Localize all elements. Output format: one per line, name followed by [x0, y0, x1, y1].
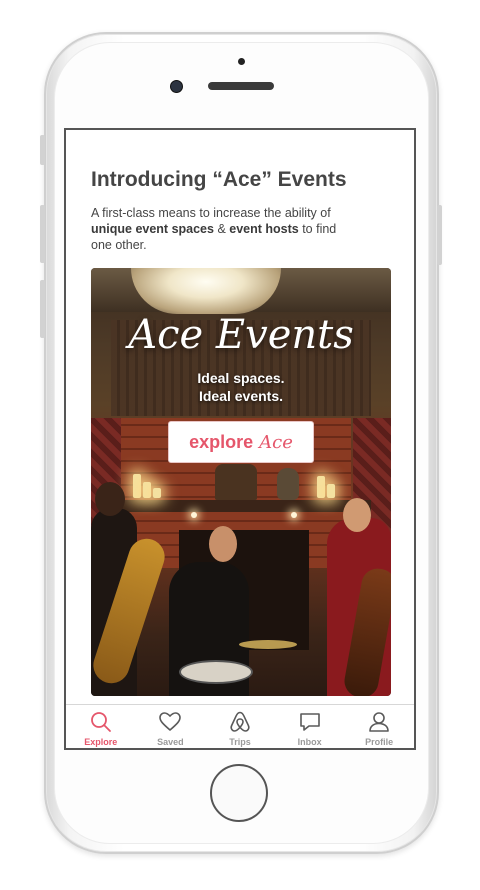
- chandelier: [131, 268, 281, 314]
- snare-drum: [179, 660, 253, 684]
- drummer-head: [209, 526, 237, 562]
- tab-label: Explore: [84, 737, 118, 747]
- promo-tagline-1: Ideal spaces.: [197, 370, 285, 386]
- intro-mid: &: [213, 222, 230, 236]
- string-light: [291, 512, 297, 518]
- proximity-sensor: [238, 58, 245, 65]
- cta-brand-script: Ace: [259, 431, 293, 453]
- cta-label: explore: [189, 431, 254, 452]
- candle: [317, 476, 325, 498]
- explore-ace-button[interactable]: explore Ace: [168, 421, 314, 463]
- tab-profile[interactable]: Profile: [344, 705, 414, 748]
- mute-switch: [40, 135, 45, 165]
- cymbal: [239, 640, 297, 649]
- app-screen: Introducing “Ace” Events A first-class m…: [64, 128, 416, 750]
- power-button: [437, 205, 442, 265]
- tab-label: Profile: [365, 737, 394, 747]
- page-title: Introducing “Ace” Events: [91, 168, 347, 191]
- promo-title: Ace Events: [128, 312, 354, 358]
- candle: [143, 482, 151, 498]
- candle: [133, 474, 141, 498]
- mantel-shelf: [111, 500, 371, 512]
- intro-bold-hosts: event hosts: [229, 222, 299, 236]
- tab-label: Saved: [157, 737, 184, 747]
- candle: [153, 488, 161, 498]
- promo-banner[interactable]: Ace Events Ideal spaces. Ideal events. e…: [91, 268, 391, 696]
- intro-bold-spaces: unique event spaces: [91, 222, 214, 236]
- tab-trips[interactable]: Trips: [205, 705, 275, 748]
- heart-icon: [159, 712, 182, 731]
- candle: [327, 484, 335, 498]
- bottom-tab-bar: Explore Saved Trips Inbox Profile: [66, 704, 414, 748]
- tab-saved[interactable]: Saved: [136, 705, 206, 748]
- saxophonist-head: [95, 482, 125, 516]
- search-icon: [90, 712, 111, 732]
- vintage-radio: [215, 464, 257, 500]
- user-icon: [369, 712, 389, 732]
- tab-label: Trips: [229, 737, 251, 747]
- home-button[interactable]: [210, 764, 268, 822]
- front-camera: [170, 80, 183, 93]
- tab-inbox[interactable]: Inbox: [275, 705, 345, 748]
- intro-text: A first-class means to increase the abil…: [91, 205, 351, 253]
- airbnb-logo-icon: [230, 711, 250, 732]
- earpiece-speaker: [208, 82, 274, 90]
- promo-tagline-2: Ideal events.: [198, 388, 284, 404]
- chat-bubble-icon: [299, 713, 320, 731]
- tab-explore[interactable]: Explore: [66, 705, 136, 748]
- intro-prefix: A first-class means to increase the abil…: [91, 206, 331, 220]
- volume-up-button: [40, 205, 45, 263]
- string-light: [191, 512, 197, 518]
- volume-down-button: [40, 280, 45, 338]
- bassist-head: [343, 498, 371, 532]
- mantel-vase: [277, 468, 299, 500]
- tab-label: Inbox: [297, 737, 322, 747]
